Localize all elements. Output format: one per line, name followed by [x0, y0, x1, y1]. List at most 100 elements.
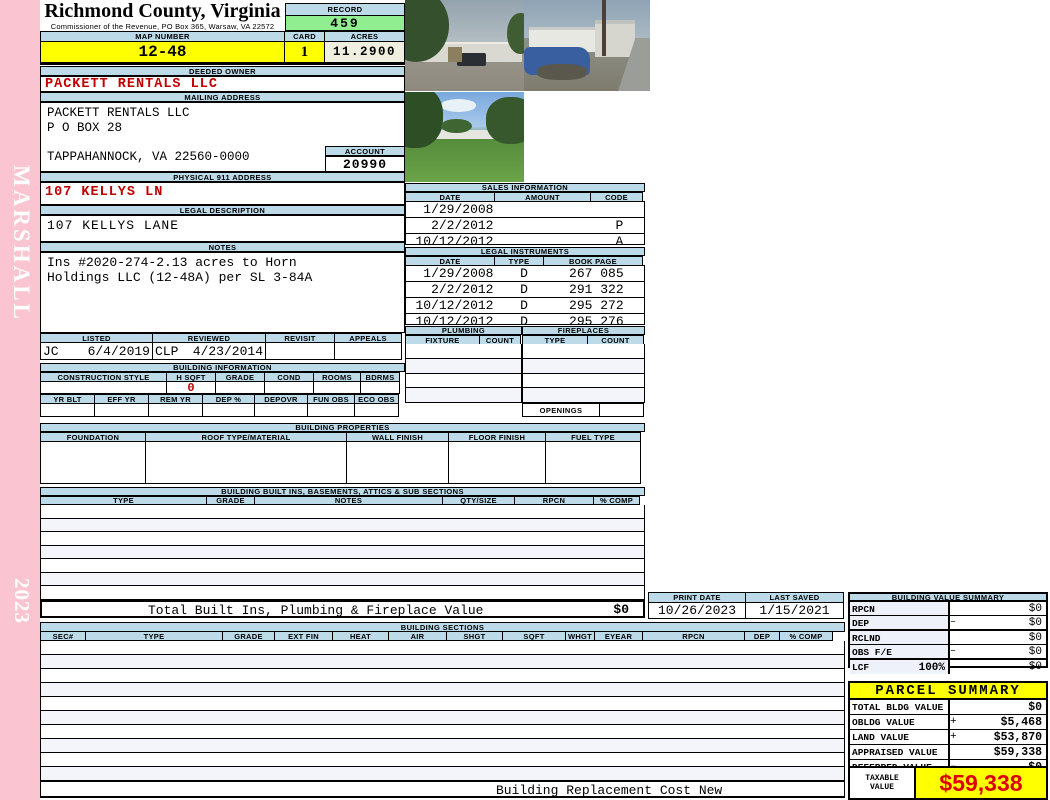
ps-sign: + [950, 731, 957, 743]
building-information-header: BUILDING INFORMATION [40, 363, 405, 372]
empty-row [41, 725, 844, 739]
print-saved-values: 10/26/2023 1/15/2021 [648, 602, 845, 619]
empty-row [41, 697, 844, 711]
eff-yr-value [94, 403, 149, 417]
bs-comp-header: % COMP [779, 631, 833, 641]
built-ins-total-value: $0 [613, 602, 629, 617]
empty-row [41, 641, 844, 655]
instrument-date: 10/12/2012 [415, 298, 494, 313]
acres-value: 11.2900 [324, 41, 405, 63]
table-row: RCLND $0 [850, 631, 1046, 645]
taxable-value-amount: $59,338 [939, 769, 1023, 796]
roof-type-value [145, 441, 347, 484]
construction-style-value [40, 381, 167, 394]
instrument-date: 1/29/2008 [423, 266, 494, 281]
county-title: Richmond County, Virginia [44, 0, 281, 22]
vs-sign: – [950, 646, 957, 657]
sidebar-year-strip: MARSHALL 2023 [0, 0, 40, 800]
floor-finish-value [448, 441, 546, 484]
table-row: APPRAISED VALUE $59,338 [850, 745, 1046, 760]
bdrms-value [360, 381, 400, 394]
instruments-rows: 1/29/2008 D 267 085 2/2/2012 D 291 322 1… [405, 265, 645, 329]
plumbing-empty-rows [405, 344, 522, 403]
sales-rows: 1/29/2008 2/2/2012 P 10/12/2012 A [405, 201, 645, 249]
building-value-summary-rows: RPCN $0 DEP – $0 RCLND $0 OBS F/E – $0 L… [848, 602, 1048, 674]
vs-value: $0 [1028, 661, 1042, 673]
ps-label: TOTAL BLDG VALUE [850, 700, 950, 714]
reviewed-date: 4/23/2014 [192, 343, 263, 359]
built-ins-grade-header: GRADE [206, 496, 255, 505]
county-title-block: Richmond County, Virginia Commissioner o… [40, 1, 285, 31]
revisit-value [265, 342, 335, 360]
built-ins-header: BUILDING BUILT INS, BASEMENTS, ATTICS & … [40, 487, 645, 496]
vs-sign [950, 660, 964, 674]
fireplaces-header: FIREPLACES [522, 326, 645, 335]
vs-sign: – [950, 617, 957, 628]
empty-row [523, 373, 644, 389]
sale-date: 1/29/2008 [423, 202, 494, 217]
photo2-shed [594, 20, 635, 57]
bs-eyear-header: EYEAR [594, 631, 643, 641]
ps-label: OBLDG VALUE [850, 715, 950, 729]
bs-type-header: TYPE [85, 631, 223, 641]
openings-value [599, 403, 644, 417]
sidebar-year-label: 2023 [10, 578, 34, 624]
appeals-value [334, 342, 402, 360]
reviewed-value: CLP 4/23/2014 [152, 342, 266, 360]
table-row: 1/29/2008 D 267 085 [406, 266, 644, 282]
openings-label: OPENINGS [522, 403, 600, 417]
bs-grade-header: GRADE [222, 631, 275, 641]
table-row: 2/2/2012 D 291 322 [406, 282, 644, 298]
built-ins-notes-header: NOTES [254, 496, 443, 505]
photo1-tree-right [507, 12, 524, 54]
empty-row [523, 344, 644, 359]
ps-sign: + [950, 716, 957, 728]
built-ins-rpcn-header: RPCN [514, 496, 594, 505]
empty-row [523, 388, 644, 402]
taxable-value-label: TAXABLE VALUE [850, 768, 916, 798]
building-sections-col-headers: SEC# TYPE GRADE EXT FIN HEAT AIR SHGT SQ… [40, 631, 845, 641]
bs-dep-header: DEP [744, 631, 780, 641]
sale-amount [499, 218, 594, 233]
table-row: OBLDG VALUE + $5,468 [850, 715, 1046, 730]
building-sections-empty-rows [40, 641, 845, 781]
vs-label: DEP [850, 616, 950, 629]
property-photo-lawn [405, 92, 524, 182]
table-row: RPCN $0 [850, 602, 1046, 616]
sidebar-agency-label: MARSHALL [9, 165, 34, 322]
card-value: 1 [284, 41, 325, 63]
legal-description-header: LEGAL DESCRIPTION [40, 205, 405, 215]
last-saved-value: 1/15/2021 [745, 602, 844, 619]
hsqft-value: 0 [166, 381, 216, 395]
account-value: 20990 [325, 156, 405, 172]
table-row: 10/12/2012 D 295 272 [406, 298, 644, 314]
ps-value: $59,338 [993, 746, 1042, 759]
sale-code: P [615, 218, 624, 233]
table-row: TOTAL BLDG VALUE $0 [850, 700, 1046, 715]
bs-whgt-header: WHGT [565, 631, 595, 641]
notes-header: NOTES [40, 242, 405, 252]
bs-extfin-header: EXT FIN [274, 631, 333, 641]
empty-row [406, 373, 521, 389]
map-number-value: 12-48 [40, 41, 285, 63]
instrument-bookpage: 291 322 [569, 282, 624, 297]
yr-blt-value [40, 403, 95, 417]
instrument-type: D [520, 282, 528, 297]
photo1-equipment [447, 47, 463, 62]
built-ins-comp-header: % COMP [593, 496, 640, 505]
listed-date: 6/4/2019 [87, 343, 150, 359]
bs-sqft-header: SQFT [502, 631, 566, 641]
empty-row [41, 586, 644, 600]
empty-row [41, 518, 644, 533]
building-properties-header: BUILDING PROPERTIES [40, 423, 645, 432]
built-ins-total-row: Total Built Ins, Plumbing & Fireplace Va… [40, 600, 645, 618]
built-ins-qty-header: QTY/SIZE [442, 496, 515, 505]
notes-block: Ins #2020-274-2.13 acres to Horn Holding… [40, 252, 405, 333]
sale-code [595, 202, 644, 217]
taxable-value-row: TAXABLE VALUE $59,338 [848, 768, 1048, 800]
building-value-summary-header: BUILDING VALUE SUMMARY [848, 592, 1048, 602]
openings-row: OPENINGS [522, 403, 645, 417]
fireplaces-empty-rows [522, 344, 645, 403]
ps-label: LAND VALUE [850, 730, 950, 744]
vs-label: RPCN [850, 602, 950, 615]
